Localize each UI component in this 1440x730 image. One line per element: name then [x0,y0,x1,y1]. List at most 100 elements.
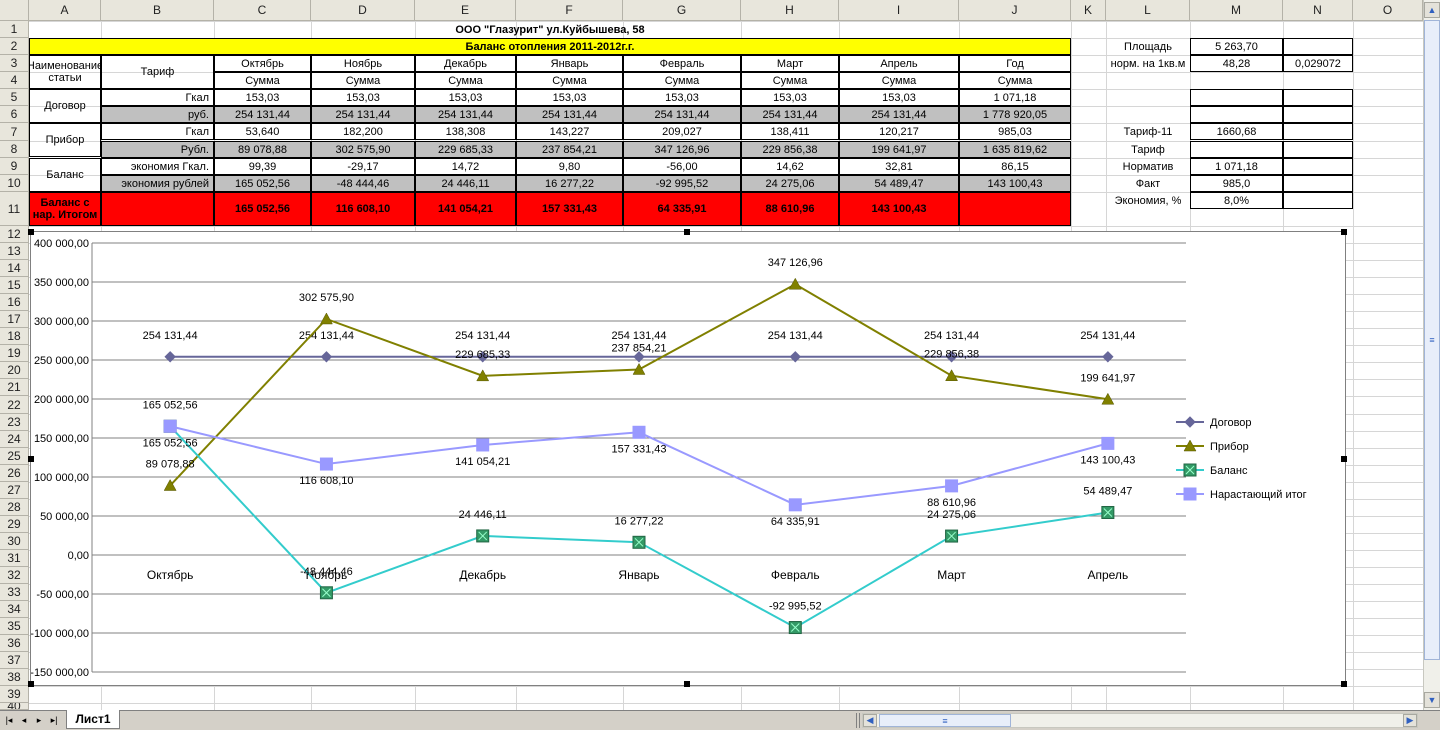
dogovor-gkal-value[interactable]: 153,03 [839,89,959,106]
column-header-n[interactable]: N [1283,0,1353,21]
scroll-right-button[interactable]: ▶ [1403,714,1417,727]
pribor-rub-value[interactable]: 229 856,38 [741,141,839,158]
header-month[interactable]: Март [741,55,839,72]
column-header-d[interactable]: D [311,0,415,21]
dogovor-gkal-value[interactable]: 153,03 [623,89,741,106]
horizontal-scrollbar[interactable]: ◀ ≡ ▶ [862,713,1418,728]
pribor-gkal-label[interactable]: Гкал [101,123,214,140]
dogovor-rub-value[interactable]: 254 131,44 [214,106,311,123]
header-month[interactable]: Ноябрь [311,55,415,72]
header-month[interactable]: Октябрь [214,55,311,72]
row-header-5[interactable]: 5 [0,89,29,106]
pribor-rub-label[interactable]: Рубл. [101,141,214,158]
balans-gkal-label[interactable]: экономия Гкал. [101,158,214,175]
row-header-30[interactable]: 30 [0,533,29,550]
row-header-11[interactable]: 11 [0,192,29,226]
row-header-8[interactable]: 8 [0,141,29,158]
balans-gkal-value[interactable]: 14,62 [741,158,839,175]
itog-label[interactable]: Баланс с нар. Итогом [29,192,101,226]
column-header-c[interactable]: C [214,0,311,21]
side-value[interactable]: 1660,68 [1190,123,1283,140]
header-month[interactable]: Апрель [839,55,959,72]
prev-sheet-button[interactable]: ◂ [17,713,31,728]
header-tariff[interactable]: Тариф [101,55,214,89]
balans-rub-value[interactable]: -92 995,52 [623,175,741,192]
header-sum[interactable]: Сумма [741,72,839,89]
pribor-gkal-value[interactable]: 138,411 [741,123,839,140]
pribor-gkal-value[interactable]: 209,027 [623,123,741,140]
select-all-corner[interactable] [0,0,29,21]
vertical-scrollbar[interactable]: ▲ ≡ ▼ [1423,0,1440,710]
scroll-left-button[interactable]: ◀ [863,714,877,727]
side-value[interactable]: 1 071,18 [1190,158,1283,175]
side-extra[interactable] [1283,106,1353,123]
side-value[interactable]: 8,0% [1190,192,1283,209]
row-header-34[interactable]: 34 [0,601,29,618]
side-value[interactable] [1190,141,1283,158]
resize-handle[interactable] [28,681,34,687]
last-sheet-button[interactable]: ▸| [47,713,61,728]
itog-value[interactable]: 64 335,91 [623,192,741,226]
row-header-4[interactable]: 4 [0,72,29,89]
row-header-3[interactable]: 3 [0,55,29,72]
balans-rub-value[interactable]: -48 444,46 [311,175,415,192]
row-header-17[interactable]: 17 [0,311,29,328]
pribor-label[interactable]: Прибор [29,123,101,157]
first-sheet-button[interactable]: |◂ [2,713,16,728]
row-header-25[interactable]: 25 [0,448,29,465]
balans-label[interactable]: Баланс [29,158,101,192]
column-header-a[interactable]: A [29,0,101,21]
row-header-39[interactable]: 39 [0,686,29,703]
row-header-29[interactable]: 29 [0,516,29,533]
side-extra[interactable] [1283,192,1353,209]
row-header-31[interactable]: 31 [0,550,29,567]
itog-value[interactable]: 157 331,43 [516,192,623,226]
column-header-g[interactable]: G [623,0,741,21]
pribor-rub-value[interactable]: 229 685,33 [415,141,516,158]
h-scroll-thumb[interactable]: ≡ [879,714,1011,727]
dogovor-rub-label[interactable]: руб. [101,106,214,123]
side-label[interactable]: Тариф [1106,141,1190,158]
dogovor-rub-value[interactable]: 254 131,44 [839,106,959,123]
side-extra[interactable] [1283,89,1353,106]
header-sum[interactable]: Сумма [311,72,415,89]
row-header-15[interactable]: 15 [0,277,29,294]
column-header-b[interactable]: B [101,0,214,21]
pribor-rub-value[interactable]: 1 635 819,62 [959,141,1071,158]
row-header-21[interactable]: 21 [0,379,29,396]
row-header-36[interactable]: 36 [0,635,29,652]
scroll-thumb[interactable]: ≡ [1424,20,1440,660]
side-extra[interactable] [1283,141,1353,158]
column-header-j[interactable]: J [959,0,1071,21]
balans-gkal-value[interactable]: 32,81 [839,158,959,175]
itog-tariff[interactable] [101,192,214,226]
row-header-35[interactable]: 35 [0,618,29,635]
column-header-i[interactable]: I [839,0,959,21]
dogovor-gkal-value[interactable]: 153,03 [415,89,516,106]
resize-handle[interactable] [1341,456,1347,462]
dogovor-gkal-value[interactable]: 153,03 [214,89,311,106]
header-sum[interactable]: Сумма [516,72,623,89]
resize-handle[interactable] [1341,229,1347,235]
resize-handle[interactable] [1341,681,1347,687]
dogovor-rub-value[interactable]: 1 778 920,05 [959,106,1071,123]
pribor-gkal-value[interactable]: 120,217 [839,123,959,140]
itog-value[interactable]: 116 608,10 [311,192,415,226]
pribor-rub-value[interactable]: 237 854,21 [516,141,623,158]
dogovor-gkal-label[interactable]: Гкал [101,89,214,106]
dogovor-gkal-value[interactable]: 153,03 [741,89,839,106]
side-label[interactable]: Норматив [1106,158,1190,175]
resize-handle[interactable] [684,229,690,235]
row-header-16[interactable]: 16 [0,294,29,311]
column-header-l[interactable]: L [1106,0,1190,21]
balans-rub-value[interactable]: 16 277,22 [516,175,623,192]
row-header-18[interactable]: 18 [0,328,29,345]
report-title[interactable]: ООО "Глазурит" ул.Куйбышева, 58 [29,21,1071,38]
header-sum[interactable]: Сумма [415,72,516,89]
column-header-e[interactable]: E [415,0,516,21]
side-label[interactable]: Экономия, % [1106,192,1190,209]
report-subtitle[interactable]: Баланс отопления 2011-2012г.г. [29,38,1071,55]
row-header-20[interactable]: 20 [0,362,29,379]
side-value[interactable]: 5 263,70 [1190,38,1283,55]
itog-value[interactable]: 141 054,21 [415,192,516,226]
